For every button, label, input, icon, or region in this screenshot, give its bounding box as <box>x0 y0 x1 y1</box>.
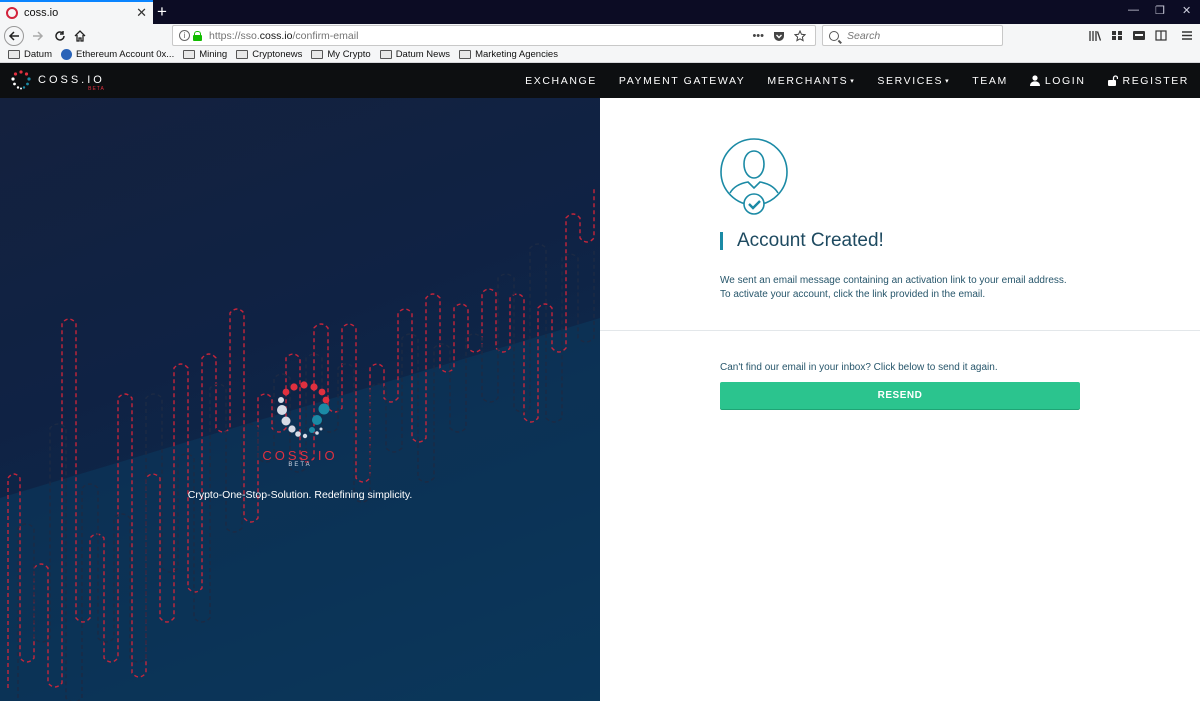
nav-login[interactable]: LOGIN <box>1029 75 1086 87</box>
folder-icon <box>311 50 324 59</box>
confirmation-message: We sent an email message containing an a… <box>720 274 1100 302</box>
reload-icon <box>55 31 65 41</box>
restore-window-button[interactable]: ❐ <box>1155 4 1165 17</box>
message-line-1: We sent an email message containing an a… <box>720 275 1067 286</box>
section-divider <box>600 330 1200 331</box>
hero-tagline: Crypto-One-Stop-Solution. Redefining sim… <box>187 489 413 501</box>
tab-close-icon[interactable]: ✕ <box>136 5 147 21</box>
bookmark-cryptonews[interactable]: Cryptonews <box>236 49 302 60</box>
search-input[interactable]: Search <box>847 30 880 42</box>
bookmark-ethereum-account[interactable]: Ethereum Account 0x... <box>60 49 174 60</box>
tab-title: coss.io <box>24 7 59 19</box>
bookmark-star-icon[interactable] <box>794 29 806 42</box>
bookmark-marketing-agencies[interactable]: Marketing Agencies <box>459 49 558 60</box>
bookmark-my-crypto[interactable]: My Crypto <box>311 49 371 60</box>
folder-icon <box>236 50 249 59</box>
url-text[interactable]: https://sso.coss.io/confirm-email <box>209 30 752 42</box>
confirmation-panel: Account Created! We sent an email messag… <box>600 98 1200 701</box>
user-icon <box>1029 75 1040 86</box>
hero-panel: COSS.IO BETA Crypto-One-Stop-Solution. R… <box>0 98 600 701</box>
message-line-2: To activate your account, click the link… <box>720 289 986 300</box>
hero-logo-beta: BETA <box>288 462 312 468</box>
back-arrow-icon <box>8 31 19 41</box>
caret-down-icon: ▾ <box>945 77 951 85</box>
brand-logo-link[interactable]: COSS.IO BETA <box>10 69 105 92</box>
bookmark-datum-news[interactable]: Datum News <box>379 49 450 60</box>
browser-tab-strip: coss.io ✕ + — ❐ ✕ <box>0 0 1200 24</box>
sidebar-toggle-icon[interactable] <box>1111 30 1123 41</box>
pocket-icon[interactable] <box>773 30 785 42</box>
ethereum-icon <box>60 49 72 60</box>
brand-beta-label: BETA <box>88 86 105 92</box>
site-info-icon[interactable]: i <box>179 30 190 41</box>
folder-icon <box>459 50 472 59</box>
page-title-text: Account Created! <box>737 230 884 251</box>
nav-services-dropdown[interactable]: SERVICES ▾ <box>877 75 950 87</box>
title-accent-bar <box>720 232 723 250</box>
bookmarks-toolbar: Datum Ethereum Account 0x... Mining Cryp… <box>0 47 1200 63</box>
nav-exchange[interactable]: EXCHANGE <box>525 75 597 87</box>
hero-logo-name: COSS.IO <box>262 448 338 463</box>
nav-payment-gateway[interactable]: PAYMENT GATEWAY <box>619 75 745 87</box>
coss-logo-icon <box>11 70 31 90</box>
address-bar[interactable]: i https://sso.coss.io/confirm-email ••• <box>172 25 816 46</box>
site-header: COSS.IO BETA EXCHANGE PAYMENT GATEWAY ME… <box>0 63 1200 98</box>
close-window-button[interactable]: ✕ <box>1182 4 1191 17</box>
brand-name: COSS.IO <box>38 74 105 86</box>
nav-team[interactable]: TEAM <box>972 75 1008 87</box>
browser-toolbar: i https://sso.coss.io/confirm-email ••• … <box>0 24 1200 47</box>
main-nav: EXCHANGE PAYMENT GATEWAY MERCHANTS ▾ SERV… <box>503 63 1189 98</box>
hamburger-menu-icon[interactable] <box>1181 30 1193 41</box>
folder-icon <box>379 50 392 59</box>
reader-view-icon[interactable] <box>1155 30 1167 41</box>
nav-merchants-dropdown[interactable]: MERCHANTS ▾ <box>767 75 855 87</box>
new-tab-button[interactable]: + <box>157 2 167 22</box>
secure-lock-icon[interactable] <box>193 30 202 41</box>
page-title: Account Created! <box>720 230 884 252</box>
page-actions-menu-icon[interactable]: ••• <box>752 30 764 42</box>
folder-icon <box>8 50 20 59</box>
library-icon[interactable] <box>1089 30 1101 41</box>
coss-hero-logo-icon <box>277 381 330 439</box>
back-button[interactable] <box>4 26 24 46</box>
reload-button[interactable] <box>50 26 70 46</box>
resend-prompt: Can't find our email in your inbox? Clic… <box>720 362 998 373</box>
folder-icon <box>183 50 196 59</box>
browser-tab-active[interactable]: coss.io ✕ <box>0 0 153 24</box>
search-bar[interactable]: Search <box>822 25 1003 46</box>
coss-favicon-icon <box>6 7 18 19</box>
forward-arrow-icon <box>33 31 44 41</box>
home-icon <box>74 30 86 42</box>
bookmark-datum[interactable]: Datum <box>8 49 52 60</box>
user-avatar-check-icon <box>720 138 788 215</box>
extension-icon[interactable] <box>1133 30 1145 41</box>
brand-wordmark: COSS.IO BETA <box>38 74 105 92</box>
search-icon <box>829 30 839 41</box>
minimize-window-button[interactable]: — <box>1128 4 1139 16</box>
resend-button[interactable]: RESEND <box>720 382 1080 409</box>
unlock-icon <box>1107 75 1118 86</box>
caret-down-icon: ▾ <box>850 77 856 85</box>
forward-button[interactable] <box>28 26 48 46</box>
nav-register[interactable]: REGISTER <box>1107 75 1189 87</box>
home-button[interactable] <box>70 26 90 46</box>
bookmark-mining[interactable]: Mining <box>183 49 227 60</box>
